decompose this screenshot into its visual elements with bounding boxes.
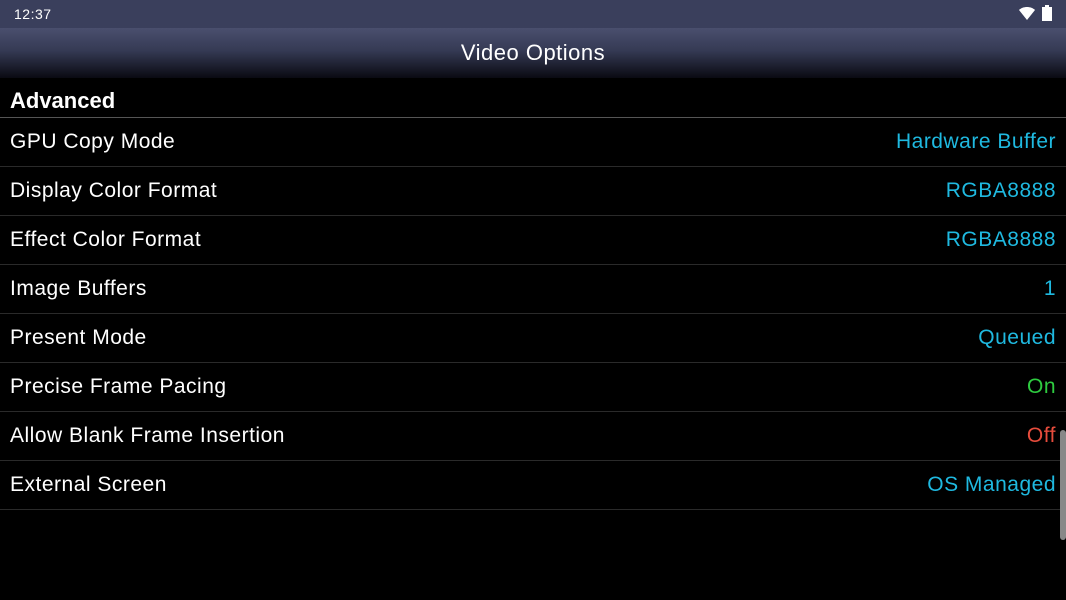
option-gpu-copy-mode[interactable]: GPU Copy Mode Hardware Buffer [0, 118, 1066, 167]
option-value: RGBA8888 [946, 179, 1056, 203]
option-label: External Screen [10, 473, 167, 497]
section-header: Advanced [0, 78, 1066, 118]
title-bar: Video Options [0, 28, 1066, 78]
scrollbar[interactable] [1060, 430, 1066, 540]
option-effect-color-format[interactable]: Effect Color Format RGBA8888 [0, 216, 1066, 265]
option-value: Off [1027, 424, 1056, 448]
status-time: 12:37 [14, 6, 52, 22]
option-precise-frame-pacing[interactable]: Precise Frame Pacing On [0, 363, 1066, 412]
option-image-buffers[interactable]: Image Buffers 1 [0, 265, 1066, 314]
option-label: Present Mode [10, 326, 147, 350]
status-icons [1018, 5, 1052, 24]
option-label: Precise Frame Pacing [10, 375, 227, 399]
option-value: OS Managed [927, 473, 1056, 497]
status-bar: 12:37 [0, 0, 1066, 28]
options-list: GPU Copy Mode Hardware Buffer Display Co… [0, 118, 1066, 510]
option-allow-blank-frame-insertion[interactable]: Allow Blank Frame Insertion Off [0, 412, 1066, 461]
option-value: On [1027, 375, 1056, 399]
option-value: Hardware Buffer [896, 130, 1056, 154]
option-value: 1 [1044, 277, 1056, 301]
option-label: Effect Color Format [10, 228, 201, 252]
page-title: Video Options [461, 40, 605, 66]
section-title: Advanced [10, 88, 115, 114]
wifi-icon [1018, 6, 1036, 23]
option-value: Queued [978, 326, 1056, 350]
option-label: Allow Blank Frame Insertion [10, 424, 285, 448]
option-value: RGBA8888 [946, 228, 1056, 252]
option-label: Display Color Format [10, 179, 217, 203]
option-present-mode[interactable]: Present Mode Queued [0, 314, 1066, 363]
option-label: GPU Copy Mode [10, 130, 175, 154]
option-external-screen[interactable]: External Screen OS Managed [0, 461, 1066, 510]
option-label: Image Buffers [10, 277, 147, 301]
option-display-color-format[interactable]: Display Color Format RGBA8888 [0, 167, 1066, 216]
battery-icon [1042, 5, 1052, 24]
